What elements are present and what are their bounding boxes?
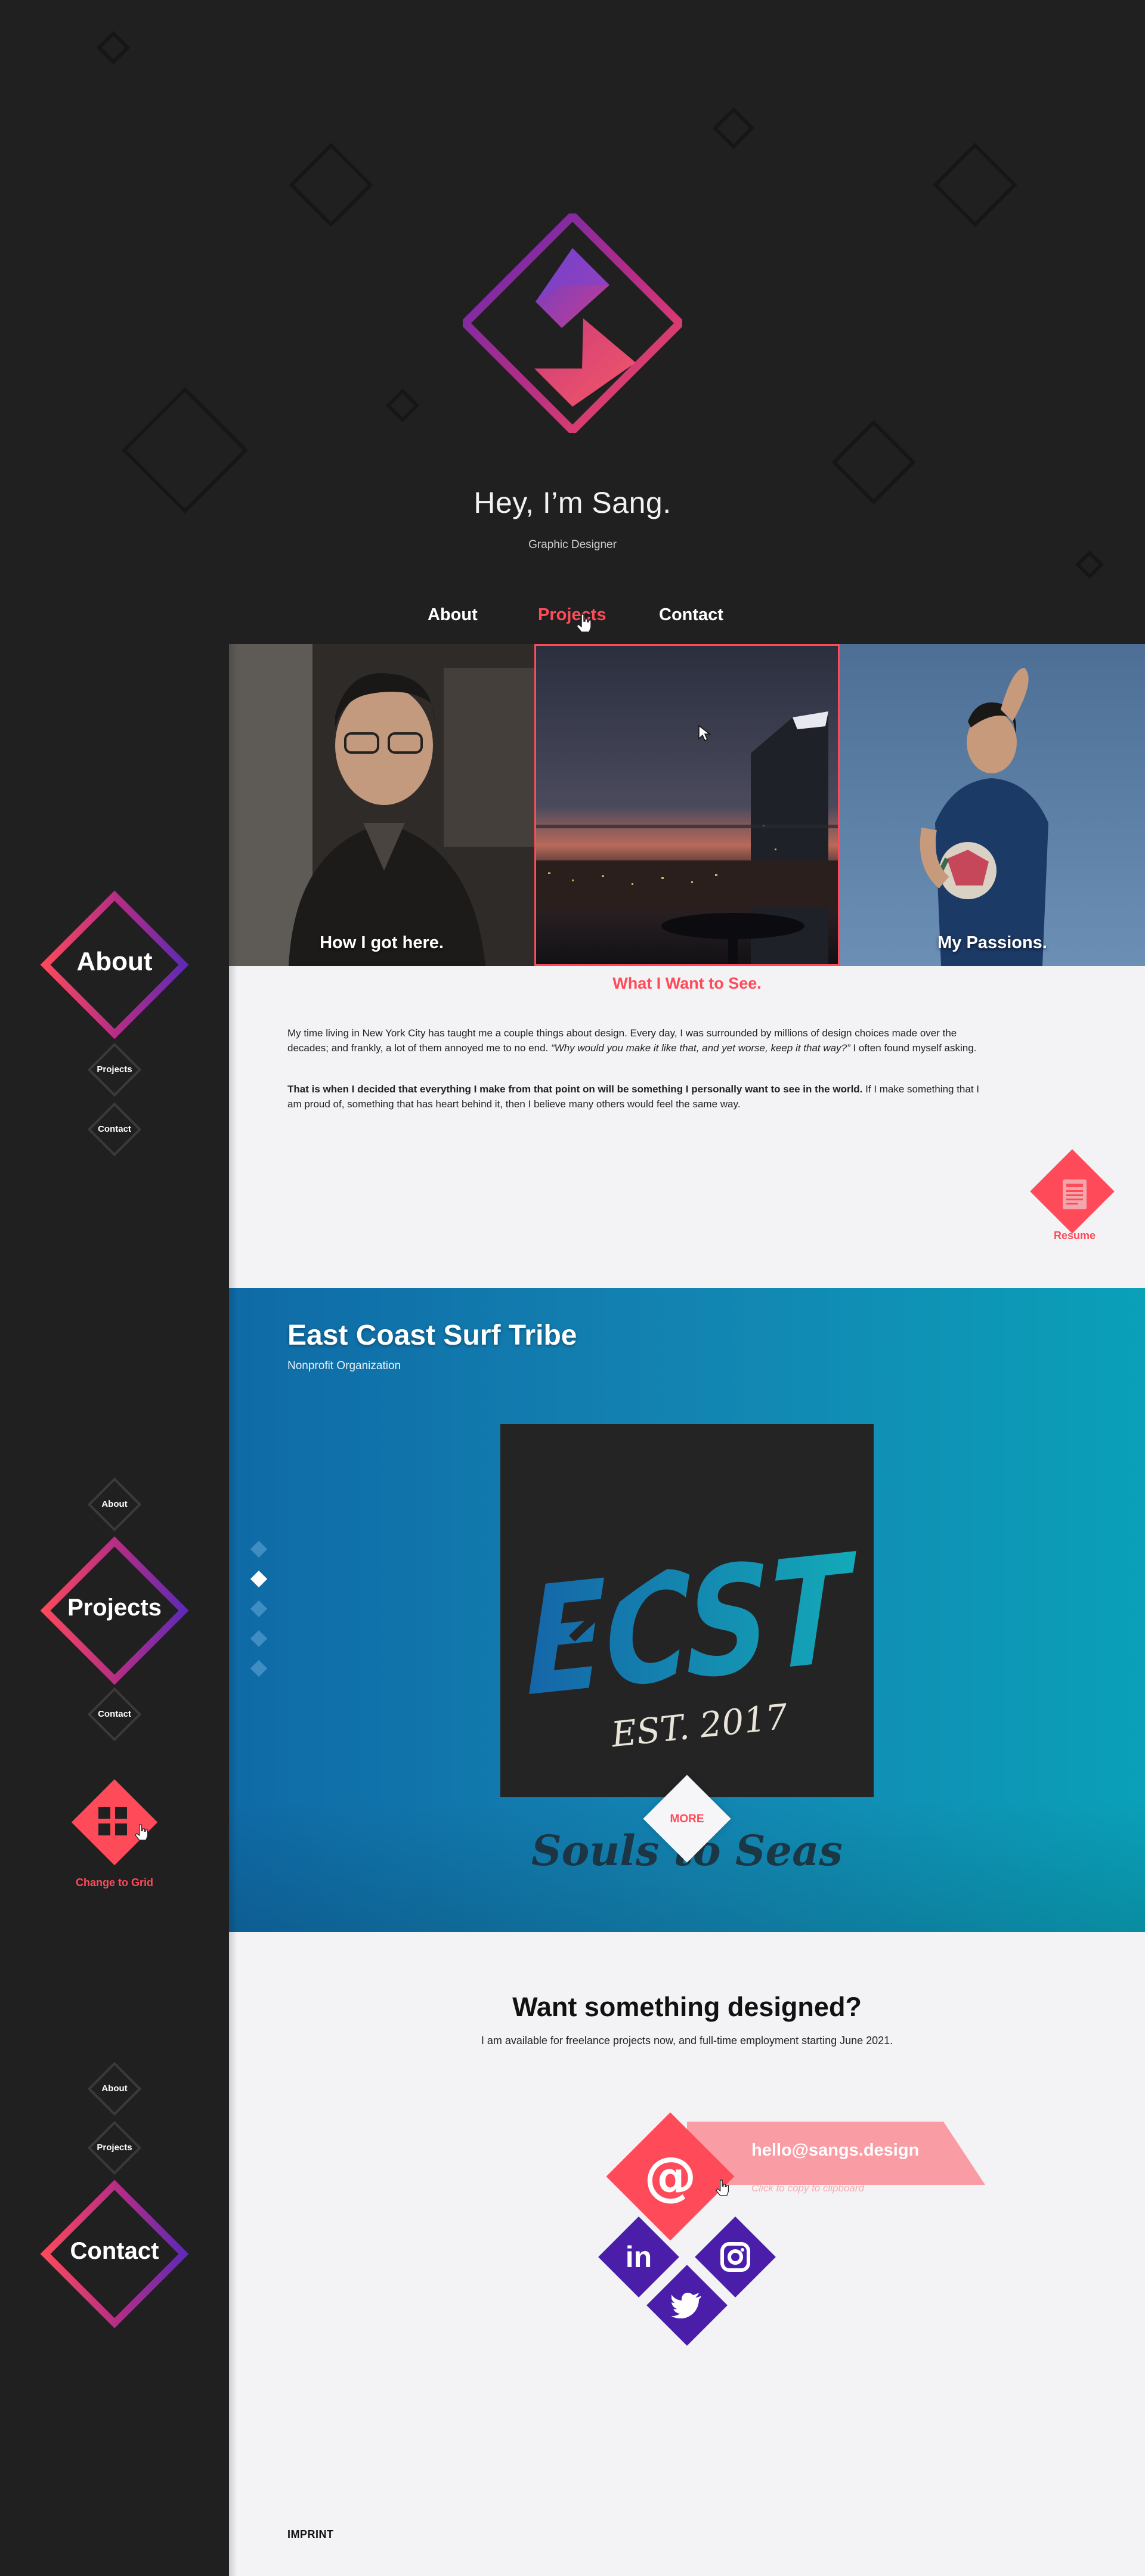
background-diamond: [933, 143, 1017, 227]
hand-cursor-icon: [135, 1824, 148, 1841]
about-paragraph-quote: “Why would you make it like that, and ye…: [550, 1042, 850, 1054]
hero-section: Hey, I’m Sang. Graphic Designer About Pr…: [0, 0, 1145, 644]
email-copy-hint: Click to copy to clipboard: [751, 2182, 864, 2194]
arrow-cursor-icon: [698, 724, 711, 742]
hand-cursor-icon: [576, 614, 592, 633]
hero-subtitle: Graphic Designer: [528, 538, 617, 551]
project-card[interactable]: ECST EST. 2017: [500, 1424, 874, 1797]
twitter-icon: [671, 2292, 701, 2318]
contact-subtitle: I am available for freelance projects no…: [481, 2035, 893, 2046]
soccer-photo: [840, 644, 1145, 966]
hero-title: Hey, I’m Sang.: [474, 486, 671, 519]
ecst-logo: ECST EST. 2017: [527, 1497, 856, 1755]
s-logo-icon: [463, 213, 682, 433]
background-diamond: [289, 143, 373, 227]
photo-how-i-got-here[interactable]: How I got here.: [229, 644, 534, 966]
hand-cursor-icon: [716, 2179, 729, 2196]
about-heading: What I Want to See.: [612, 974, 762, 992]
background-diamond: [1075, 550, 1104, 580]
about-paragraph-text: I often found myself asking.: [850, 1042, 977, 1054]
project-subtitle: Nonprofit Organization: [287, 1360, 401, 1372]
email-address[interactable]: hello@sangs.design: [751, 2141, 919, 2160]
slide-dot[interactable]: [250, 1600, 268, 1618]
about-section: What I Want to See. My time living in Ne…: [229, 966, 1145, 1288]
contact-section: Want something designed? I am available …: [229, 1932, 1145, 2576]
photo-caption: How I got here.: [320, 933, 444, 952]
more-label[interactable]: MORE: [651, 1813, 723, 1826]
linkedin-icon: in: [625, 2240, 652, 2274]
about-paragraph-1: My time living in New York City has taug…: [287, 1026, 979, 1055]
background-diamond: [96, 30, 131, 65]
imprint-link[interactable]: IMPRINT: [287, 2528, 334, 2541]
sidebar-projects-label[interactable]: Projects: [85, 2142, 144, 2153]
sidebar-projects-label[interactable]: Projects: [85, 1064, 144, 1075]
slide-dot-active[interactable]: [250, 1570, 268, 1588]
portrait-figure: [229, 644, 534, 966]
contact-title: Want something designed?: [512, 1992, 862, 2022]
projects-section: East Coast Surf Tribe Nonprofit Organiza…: [229, 1288, 1145, 1932]
photo-caption: My Passions.: [937, 933, 1047, 952]
sidebar: About Projects Contact About Projects Co…: [0, 644, 229, 2576]
slide-dot[interactable]: [250, 1659, 268, 1677]
sidebar-contact-label[interactable]: Contact: [43, 2238, 186, 2265]
resume-label[interactable]: Resume: [1033, 1230, 1116, 1242]
instagram-icon: [720, 2242, 750, 2272]
sidebar-projects-label[interactable]: Projects: [43, 1594, 186, 1621]
document-icon: [1063, 1179, 1087, 1209]
photo-my-passions[interactable]: My Passions.: [840, 644, 1145, 966]
nav-projects[interactable]: Projects: [538, 605, 606, 625]
sidebar-contact-label[interactable]: Contact: [85, 1124, 144, 1134]
slide-dot[interactable]: [250, 1540, 268, 1558]
change-to-grid-label[interactable]: Change to Grid: [49, 1877, 180, 1889]
about-paragraph-emphasis: That is when I decided that everything I…: [287, 1083, 863, 1095]
photo-what-i-want-to-see[interactable]: [534, 644, 840, 966]
city-night-photo: [536, 646, 838, 964]
sidebar-about-label[interactable]: About: [43, 947, 186, 977]
at-icon: @: [644, 2145, 697, 2207]
sidebar-contact-label[interactable]: Contact: [85, 1709, 144, 1719]
background-diamond: [712, 107, 755, 150]
about-photo-strip: How I got here. My Passions.: [229, 644, 1145, 966]
background-diamond: [385, 388, 420, 423]
sidebar-about-label[interactable]: About: [85, 2083, 144, 2094]
nav-about[interactable]: About: [428, 605, 478, 625]
nav-contact[interactable]: Contact: [659, 605, 723, 625]
sidebar-about-label[interactable]: About: [85, 1499, 144, 1509]
grid-icon: [98, 1807, 127, 1835]
about-paragraph-2: That is when I decided that everything I…: [287, 1082, 979, 1111]
slide-dot[interactable]: [250, 1630, 268, 1648]
project-title: East Coast Surf Tribe: [287, 1320, 577, 1351]
